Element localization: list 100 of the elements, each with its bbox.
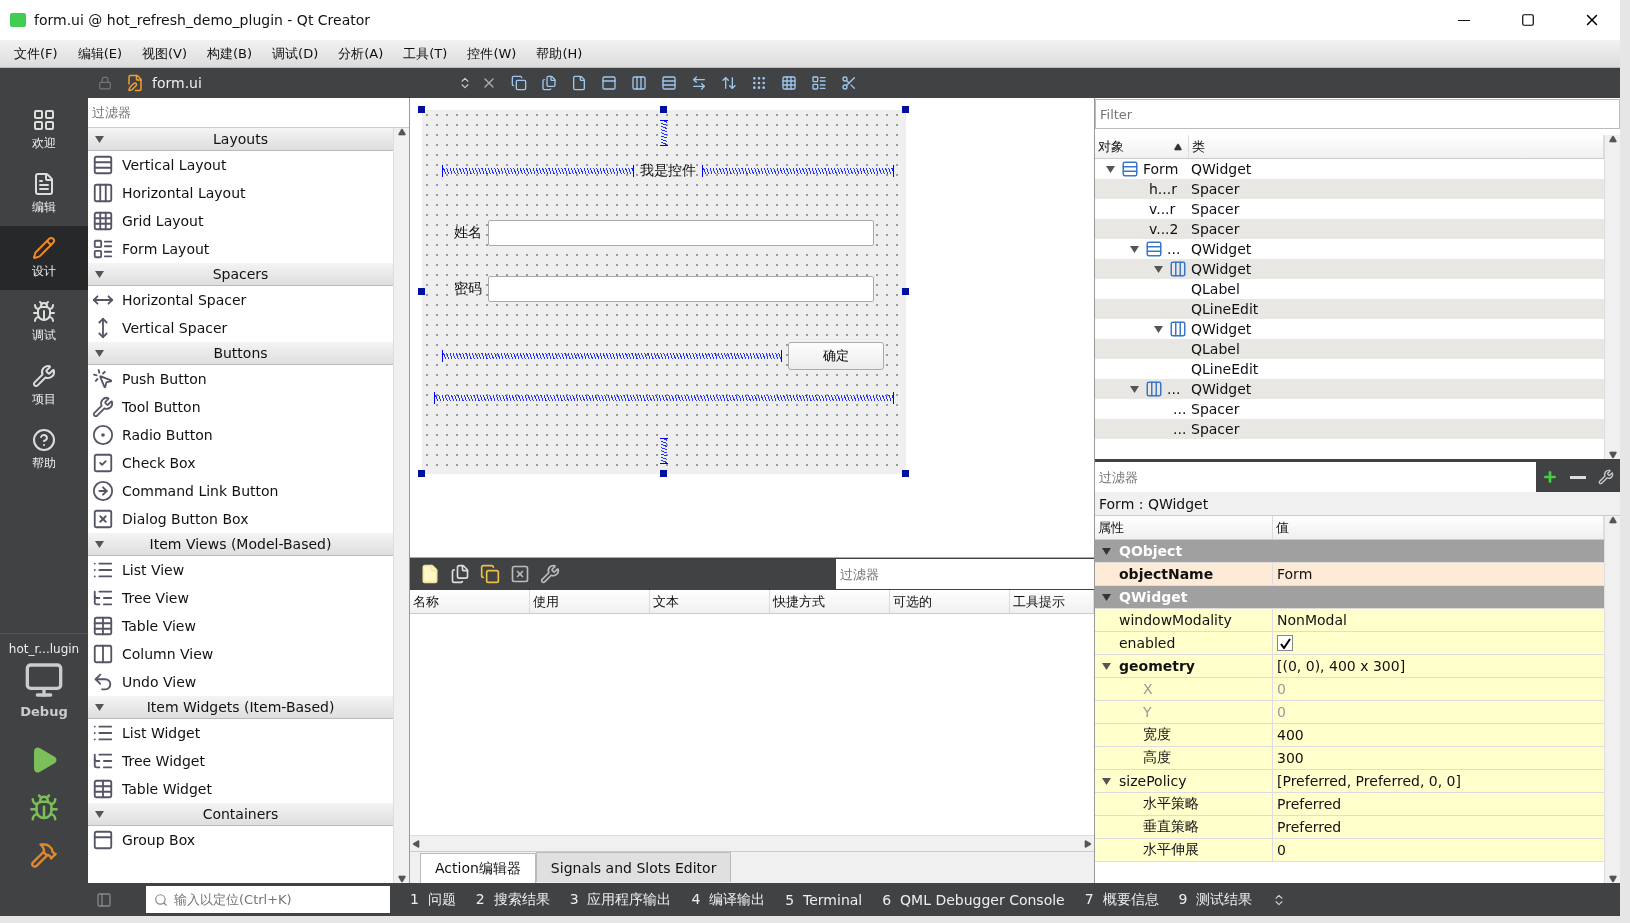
vertical-spacer[interactable] bbox=[660, 438, 668, 464]
resize-handle[interactable] bbox=[660, 470, 667, 477]
scroll-up-icon[interactable] bbox=[1608, 135, 1617, 143]
resize-handle[interactable] bbox=[418, 106, 425, 113]
mode-tab[interactable]: 设计 bbox=[0, 226, 88, 290]
output-pane-button[interactable]: 7 概要信息 bbox=[1074, 890, 1169, 909]
widget-item[interactable]: Push Button bbox=[88, 365, 393, 393]
expand-arrow-icon[interactable] bbox=[1129, 385, 1139, 393]
property-row[interactable]: 宽度 400 bbox=[1095, 724, 1604, 747]
property-filter[interactable]: 过滤器 bbox=[1095, 462, 1536, 492]
output-pane-button[interactable]: 3 应用程序输出 bbox=[559, 890, 682, 909]
menu-item[interactable]: 调试(D) bbox=[262, 44, 329, 63]
mode-tab[interactable]: 调试 bbox=[0, 290, 88, 354]
project-name[interactable]: hot_r...lugin bbox=[8, 642, 80, 656]
widget-item[interactable]: Vertical Spacer bbox=[88, 314, 393, 342]
output-pane-button[interactable]: 6 QML Debugger Console bbox=[872, 891, 1075, 908]
widget-item[interactable]: Dialog Button Box bbox=[88, 505, 393, 533]
resize-handle[interactable] bbox=[902, 288, 909, 295]
menu-item[interactable]: 分析(A) bbox=[328, 44, 394, 63]
property-row[interactable]: geometry [(0, 0), 400 x 300] bbox=[1095, 655, 1604, 678]
expand-arrow-icon[interactable] bbox=[1129, 245, 1139, 253]
category-header[interactable]: Item Views (Model-Based) bbox=[88, 533, 393, 556]
tree-row[interactable]: ... QWidget bbox=[1095, 379, 1604, 399]
menu-item[interactable]: 控件(W) bbox=[457, 44, 527, 63]
menu-item[interactable]: 视图(V) bbox=[132, 44, 198, 63]
widget-item[interactable]: Table View bbox=[88, 612, 393, 640]
checkbox[interactable] bbox=[1277, 635, 1293, 651]
delete-icon[interactable] bbox=[510, 564, 530, 584]
widget-item[interactable]: List View bbox=[88, 556, 393, 584]
toolbar-icon[interactable] bbox=[541, 75, 557, 91]
resize-handle[interactable] bbox=[902, 470, 909, 477]
category-header[interactable]: Item Widgets (Item-Based) bbox=[88, 696, 393, 719]
tree-row[interactable]: QLabel bbox=[1095, 339, 1604, 359]
widget-item[interactable]: Vertical Layout bbox=[88, 151, 393, 179]
property-row[interactable]: 高度 300 bbox=[1095, 747, 1604, 770]
column-header[interactable]: 快捷方式 bbox=[770, 590, 890, 613]
tree-row[interactable]: QWidget bbox=[1095, 259, 1604, 279]
scroll-left-icon[interactable] bbox=[412, 839, 420, 848]
action-filter[interactable]: 过滤器 bbox=[836, 559, 1094, 589]
mode-tab[interactable]: 项目 bbox=[0, 354, 88, 418]
output-pane-button[interactable]: 1 问题 bbox=[400, 890, 466, 909]
output-pane-button[interactable]: 4 编译输出 bbox=[681, 890, 776, 909]
widget-item[interactable]: Tree Widget bbox=[88, 747, 393, 775]
build-config[interactable]: Debug bbox=[20, 704, 68, 719]
paste-icon[interactable] bbox=[480, 564, 500, 584]
toolbar-icon[interactable] bbox=[511, 75, 527, 91]
scroll-down-icon[interactable] bbox=[1608, 875, 1617, 883]
scroll-right-icon[interactable] bbox=[1084, 839, 1092, 848]
expand-arrow-icon[interactable] bbox=[1105, 165, 1115, 173]
expand-arrow-icon[interactable] bbox=[1101, 777, 1111, 785]
property-row[interactable]: 水平伸展 0 bbox=[1095, 839, 1604, 862]
scroll-down-icon[interactable] bbox=[1608, 451, 1617, 459]
expand-arrow-icon[interactable] bbox=[1153, 325, 1163, 333]
widget-item[interactable]: Horizontal Spacer bbox=[88, 286, 393, 314]
resize-handle[interactable] bbox=[902, 106, 909, 113]
tree-row[interactable]: v...2 Spacer bbox=[1095, 219, 1604, 239]
property-row[interactable]: windowModality NonModal bbox=[1095, 609, 1604, 632]
form-heading[interactable]: 我是控件 bbox=[640, 162, 696, 180]
toolbar-icon[interactable] bbox=[601, 75, 617, 91]
widget-item[interactable]: Table Widget bbox=[88, 775, 393, 803]
toolbar-icon[interactable] bbox=[781, 75, 797, 91]
widget-item[interactable]: Form Layout bbox=[88, 235, 393, 263]
menu-item[interactable]: 工具(T) bbox=[393, 44, 458, 63]
toolbar-icon[interactable] bbox=[571, 75, 587, 91]
sidebar-toggle-icon[interactable] bbox=[96, 891, 112, 908]
tree-row[interactable]: QLineEdit bbox=[1095, 299, 1604, 319]
toolbar-icon[interactable] bbox=[811, 75, 827, 91]
menu-item[interactable]: 帮助(H) bbox=[526, 44, 593, 63]
output-pane-button[interactable]: 5 Terminal bbox=[775, 891, 873, 908]
widget-item[interactable]: Radio Button bbox=[88, 421, 393, 449]
scroll-down-icon[interactable] bbox=[397, 875, 406, 883]
resize-handle[interactable] bbox=[660, 106, 667, 113]
resize-handle[interactable] bbox=[418, 288, 425, 295]
confirm-button[interactable]: 确定 bbox=[788, 342, 884, 370]
widget-item[interactable]: Tree View bbox=[88, 584, 393, 612]
resize-handle[interactable] bbox=[418, 470, 425, 477]
widget-item[interactable]: Grid Layout bbox=[88, 207, 393, 235]
tree-row[interactable]: ... Spacer bbox=[1095, 419, 1604, 439]
property-row[interactable]: sizePolicy [Preferred, Preferred, 0, 0] bbox=[1095, 770, 1604, 793]
toolbar-icon[interactable] bbox=[631, 75, 647, 91]
property-row[interactable]: 水平策略 Preferred bbox=[1095, 793, 1604, 816]
monitor-icon[interactable] bbox=[24, 660, 64, 700]
file-selector[interactable]: form.ui bbox=[152, 75, 452, 91]
scroll-up-icon[interactable] bbox=[1608, 516, 1617, 524]
widget-item[interactable]: Check Box bbox=[88, 449, 393, 477]
widget-item[interactable]: List Widget bbox=[88, 719, 393, 747]
copy-icon[interactable] bbox=[450, 564, 470, 584]
property-row[interactable]: 垂直策略 Preferred bbox=[1095, 816, 1604, 839]
widget-item[interactable]: Tool Button bbox=[88, 393, 393, 421]
expand-arrow-icon[interactable] bbox=[1153, 265, 1163, 273]
scroll-up-icon[interactable] bbox=[397, 128, 406, 136]
widget-item[interactable]: Column View bbox=[88, 640, 393, 668]
wrench-icon[interactable] bbox=[540, 564, 560, 584]
toolbar-icon[interactable] bbox=[691, 75, 707, 91]
mode-tab[interactable]: 编辑 bbox=[0, 162, 88, 226]
category-header[interactable]: Spacers bbox=[88, 263, 393, 286]
vertical-spacer[interactable] bbox=[660, 120, 668, 146]
text-field[interactable] bbox=[488, 276, 874, 302]
column-header[interactable]: 对象 bbox=[1095, 135, 1189, 158]
toolbar-icon[interactable] bbox=[841, 75, 857, 91]
